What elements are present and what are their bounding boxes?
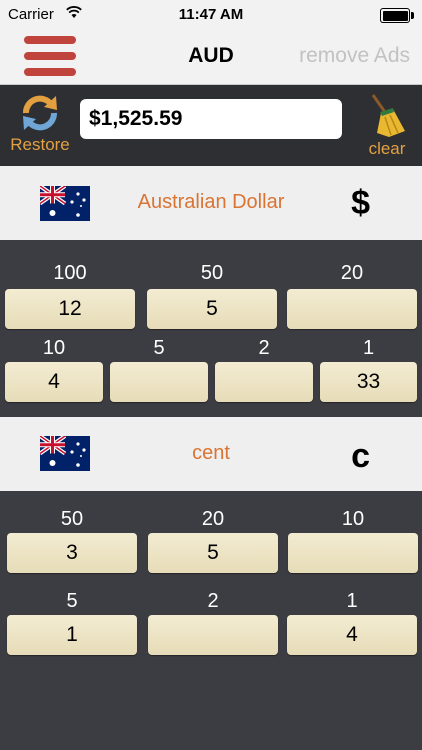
status-bar: Carrier 11:47 AM	[0, 0, 422, 30]
denom-input-2[interactable]	[215, 362, 313, 402]
battery-icon	[380, 8, 414, 23]
clock: 11:47 AM	[178, 6, 244, 23]
cent-header: cent c	[0, 417, 422, 491]
restore-label: Restore	[10, 135, 70, 154]
currency-symbol: $	[351, 184, 370, 222]
remove-ads-button[interactable]: remove Ads	[299, 44, 410, 68]
cent-label-2: 2	[207, 590, 219, 612]
cent-input-20[interactable]: 5	[148, 533, 278, 573]
denom-label-5: 5	[153, 337, 165, 359]
cent-label-1: 1	[346, 590, 358, 612]
denom-label-20: 20	[340, 262, 364, 284]
denom-label-100: 100	[53, 262, 87, 284]
cent-input-10[interactable]	[288, 533, 418, 573]
refresh-icon	[23, 95, 57, 131]
denom-input-10[interactable]: 4	[5, 362, 103, 402]
restore-button[interactable]: Restore	[6, 93, 74, 161]
cent-input-1[interactable]: 4	[287, 615, 417, 655]
denom-input-1[interactable]: 33	[320, 362, 417, 402]
denom-input-20[interactable]	[287, 289, 417, 329]
broom-icon	[371, 94, 405, 137]
clear-label: clear	[368, 139, 406, 158]
cent-input-50[interactable]: 3	[7, 533, 137, 573]
cent-input-2[interactable]	[148, 615, 278, 655]
cent-label-50: 50	[60, 508, 84, 530]
denom-input-100[interactable]: 12	[5, 289, 135, 329]
cent-label-5: 5	[66, 590, 78, 612]
hamburger-icon[interactable]	[24, 36, 76, 76]
nav-bar: AUD remove Ads	[0, 30, 422, 85]
denom-input-50[interactable]: 5	[147, 289, 277, 329]
cent-label-20: 20	[201, 508, 225, 530]
amount-field[interactable]	[80, 99, 342, 139]
denom-label-10: 10	[42, 337, 66, 359]
clear-button[interactable]: clear	[362, 93, 412, 161]
denom-label-1: 1	[362, 337, 375, 359]
cent-input-5[interactable]: 1	[7, 615, 137, 655]
denom-input-5[interactable]	[110, 362, 208, 402]
cent-label-10: 10	[341, 508, 365, 530]
dollar-header: Australian Dollar $	[0, 166, 422, 240]
currency-symbol: c	[351, 437, 370, 475]
denom-label-2: 2	[258, 337, 270, 359]
denom-label-50: 50	[200, 262, 224, 284]
toolbar: Restore clear	[0, 85, 422, 166]
